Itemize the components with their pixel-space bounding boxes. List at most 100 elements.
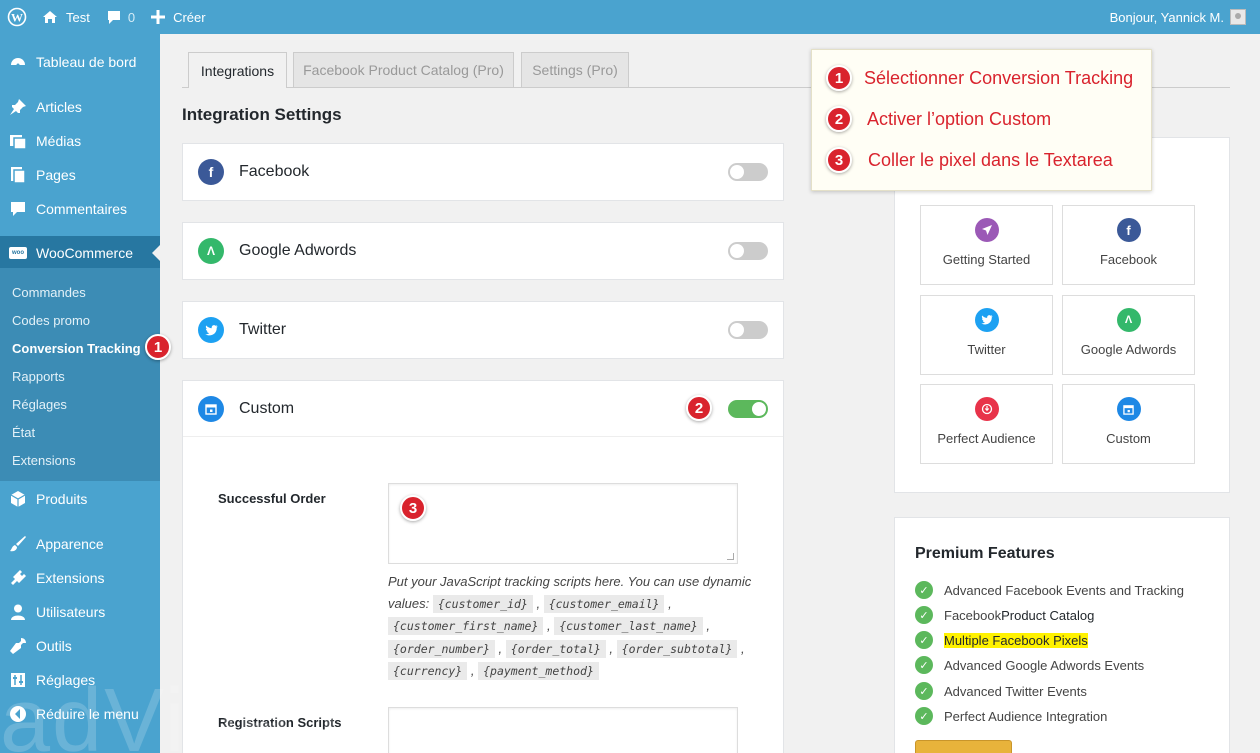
submenu-etat[interactable]: État	[12, 425, 35, 440]
integration-card-google-adwords: Λ Google Adwords	[182, 222, 784, 280]
step-text: Activer l’option Custom	[867, 108, 1052, 129]
facebook-toggle[interactable]	[728, 163, 768, 181]
check-icon: ✓	[915, 581, 933, 599]
custom-calendar-icon	[1116, 397, 1141, 421]
premium-feature: ✓ Multiple Facebook Pixels	[915, 631, 1088, 649]
submenu-rapports[interactable]: Rapports	[12, 369, 65, 384]
instructions-callout: 1 Sélectionner Conversion Tracking 2 Act…	[811, 49, 1152, 191]
grid-card-getting-started[interactable]: Getting Started	[920, 205, 1053, 285]
menu-extensions[interactable]: Extensions	[0, 561, 160, 595]
integration-label: Google Adwords	[239, 242, 357, 259]
successful-order-textarea[interactable]	[388, 483, 738, 564]
premium-title: Premium Features	[915, 545, 1055, 562]
grid-card-google-adwords[interactable]: Λ Google Adwords	[1062, 295, 1195, 375]
dynamic-value: {order_subtotal}	[616, 639, 738, 658]
custom-calendar-icon	[198, 395, 224, 422]
dynamic-value: {customer_id}	[432, 594, 533, 613]
wordpress-logo-icon[interactable]: W	[0, 0, 34, 34]
feature-text: Advanced Google Adwords Events	[944, 657, 1145, 673]
home-icon	[43, 11, 57, 23]
submenu-conversion-tracking[interactable]: Conversion Tracking	[12, 341, 141, 356]
grid-card-perfect-audience[interactable]: Perfect Audience	[920, 384, 1053, 464]
premium-feature: ✓ Perfect Audience Integration	[915, 707, 1107, 725]
dashboard-icon	[0, 53, 36, 71]
menu-articles[interactable]: Articles	[0, 90, 160, 124]
adwords-icon: Λ	[198, 238, 224, 264]
grid-card-label: Google Adwords	[1080, 342, 1177, 357]
integration-label: Twitter	[239, 321, 287, 338]
comment-count: 0	[127, 9, 136, 25]
my-account[interactable]: Bonjour, Yannick M.	[1102, 0, 1260, 34]
menu-label: Produits	[36, 491, 88, 507]
feature-text: Advanced Twitter Events	[944, 683, 1087, 699]
menu-medias[interactable]: Médias	[0, 124, 160, 158]
custom-toggle[interactable]	[728, 400, 768, 418]
submenu-commandes[interactable]: Commandes	[12, 285, 86, 300]
menu-commentaires[interactable]: Commentaires	[0, 192, 160, 226]
submenu-reglages[interactable]: Réglages	[12, 397, 67, 412]
dynamic-value: {order_total}	[505, 639, 606, 658]
perfect-audience-icon	[974, 397, 999, 421]
integration-card-facebook: f Facebook	[182, 143, 784, 201]
menu-woocommerce[interactable]: woo WooCommerce	[0, 236, 160, 270]
menu-pages[interactable]: Pages	[0, 158, 160, 192]
menu-utilisateurs[interactable]: Utilisateurs	[0, 595, 160, 629]
pages-icon	[0, 166, 36, 184]
comments-link[interactable]: 0	[98, 0, 143, 34]
new-content-link[interactable]: Créer	[143, 0, 214, 34]
menu-label: Médias	[36, 133, 82, 149]
user-icon	[0, 603, 36, 621]
dynamic-value: {order_number}	[388, 639, 495, 658]
grid-card-twitter[interactable]: Twitter	[920, 295, 1053, 375]
twitter-icon	[198, 317, 224, 343]
avatar	[1230, 9, 1246, 25]
callout-step-1: 1 Sélectionner Conversion Tracking	[826, 65, 1133, 91]
admin-sidebar: Tableau de bord Articles Médias Pages Co…	[0, 34, 160, 753]
google-adwords-toggle[interactable]	[728, 242, 768, 260]
feature-text: Facebook	[944, 607, 1002, 623]
tab-settings-pro[interactable]: Settings (Pro)	[521, 52, 629, 87]
wrench-icon	[0, 637, 36, 655]
get-premium-button[interactable]	[915, 740, 1012, 753]
check-icon: ✓	[915, 707, 933, 725]
adwords-icon: Λ	[1116, 308, 1141, 332]
dynamic-value: {currency}	[388, 662, 468, 680]
menu-outils[interactable]: Outils	[0, 629, 160, 663]
submenu-extensions[interactable]: Extensions	[12, 453, 76, 468]
grid-card-label: Custom	[1106, 431, 1151, 446]
registration-scripts-textarea[interactable]	[388, 707, 738, 753]
admin-bar: W Test 0 Créer Bonjour, Yannick M.	[0, 0, 1260, 34]
menu-apparence[interactable]: Apparence	[0, 527, 160, 561]
pin-icon	[0, 98, 36, 116]
tab-integrations[interactable]: Integrations	[188, 52, 287, 88]
grid-card-facebook[interactable]: f Facebook	[1062, 205, 1195, 285]
menu-label: Pages	[36, 167, 76, 183]
svg-text:W: W	[11, 11, 23, 25]
check-icon: ✓	[915, 656, 933, 674]
feature-text: Perfect Audience Integration	[944, 708, 1108, 724]
step-badge-1: 1	[145, 334, 171, 360]
feature-text: Advanced Facebook Events and Tracking	[944, 582, 1184, 598]
create-label: Créer	[173, 9, 206, 25]
tab-facebook-product-catalog[interactable]: Facebook Product Catalog (Pro)	[293, 52, 514, 87]
grid-card-label: Getting Started	[942, 252, 1031, 267]
step-text: Sélectionner Conversion Tracking	[864, 67, 1134, 88]
section-title: Integration Settings	[182, 105, 342, 124]
site-link[interactable]: Test	[34, 0, 98, 34]
menu-dashboard[interactable]: Tableau de bord	[0, 45, 160, 79]
woo-icon: woo	[0, 247, 36, 259]
step-badge-3: 3	[400, 495, 426, 521]
menu-produits[interactable]: Produits	[0, 482, 160, 516]
grid-card-label: Twitter	[967, 342, 1006, 357]
menu-label: Tableau de bord	[36, 54, 137, 70]
grid-card-custom[interactable]: Custom	[1062, 384, 1195, 464]
integration-label: Custom	[239, 399, 295, 417]
submenu-codes-promo[interactable]: Codes promo	[12, 313, 90, 328]
twitter-toggle[interactable]	[728, 321, 768, 339]
check-icon: ✓	[915, 606, 933, 624]
resize-grip-icon[interactable]	[727, 553, 734, 560]
comment-icon	[0, 200, 36, 218]
plugin-icon	[0, 569, 36, 587]
feature-bold-text: Multiple	[944, 632, 993, 648]
site-name: Test	[66, 9, 90, 25]
